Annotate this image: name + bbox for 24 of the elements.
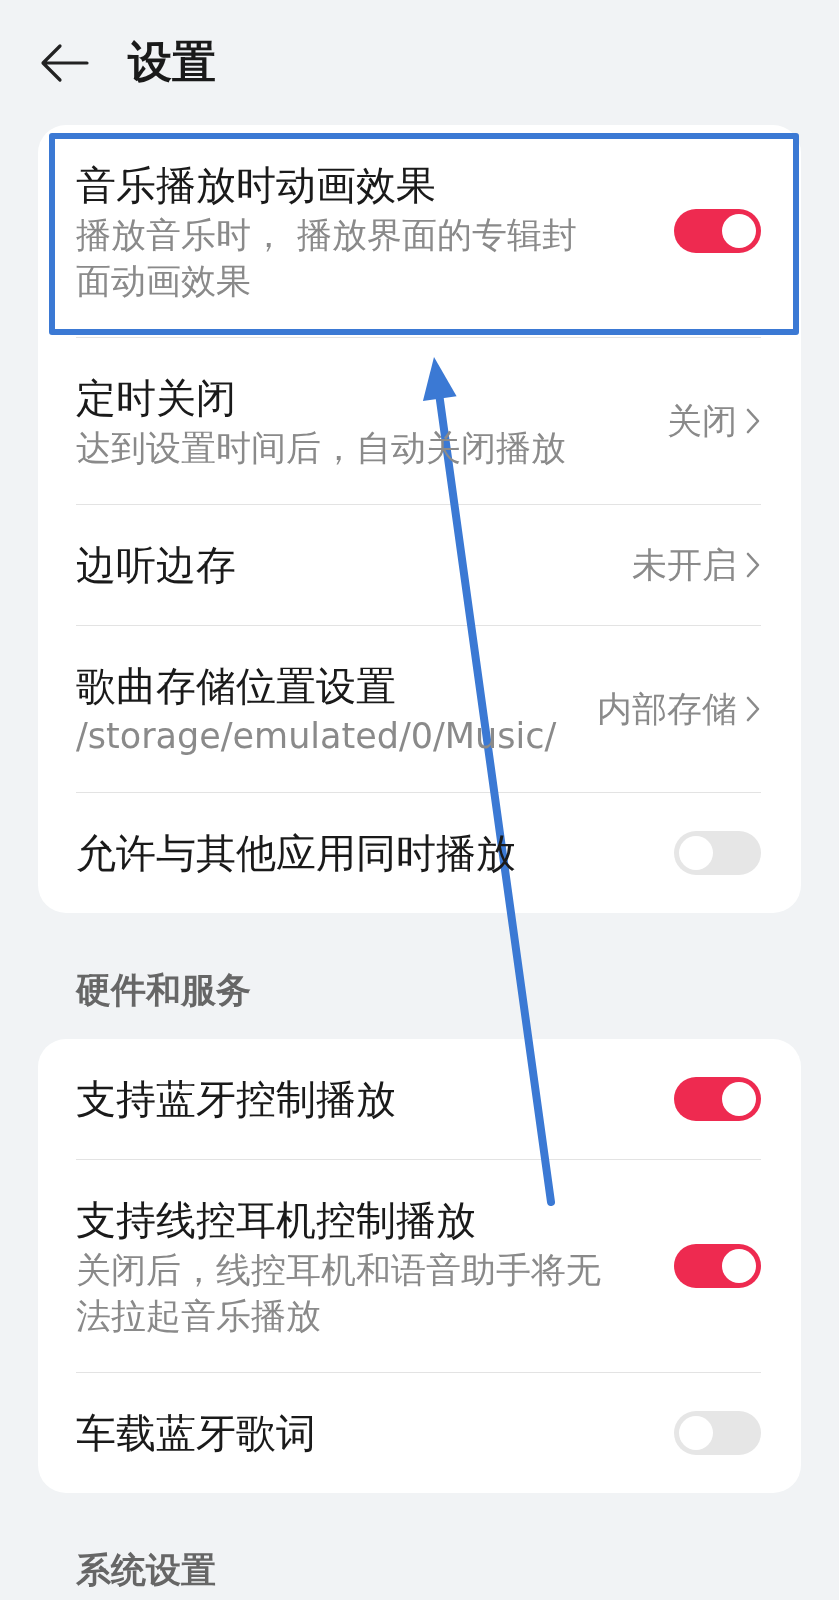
setting-value[interactable]: 关闭 (667, 397, 761, 445)
setting-title: 车载蓝牙歌词 (76, 1409, 317, 1458)
chevron-right-icon (745, 407, 761, 435)
toggle-switch[interactable] (674, 831, 761, 875)
setting-title: 边听边存 (76, 541, 237, 590)
setting-description: 关闭后，线控耳机和语音助手将无法拉起音乐播放 (76, 1249, 601, 1338)
section-title: 硬件和服务 (74, 969, 252, 1012)
toggle-switch[interactable] (674, 209, 761, 253)
setting-value[interactable]: 内部存储 (597, 685, 761, 733)
section-title: 系统设置 (75, 1549, 217, 1592)
setting-title: 支持线控耳机控制播放 (76, 1196, 477, 1245)
chevron-right-icon (745, 695, 761, 723)
setting-value[interactable]: 未开启 (632, 541, 761, 589)
toggle-switch[interactable] (674, 1411, 761, 1455)
setting-title: 定时关闭 (76, 374, 237, 423)
back-arrow-icon[interactable] (40, 42, 90, 83)
toggle-switch[interactable] (674, 1077, 761, 1121)
setting-description: 播放音乐时， 播放界面的专辑封面动画效果 (76, 214, 579, 303)
setting-title: 音乐播放时动画效果 (76, 161, 437, 210)
chevron-right-icon (745, 551, 761, 579)
toggle-switch[interactable] (674, 1244, 761, 1288)
page-title: 设置 (128, 35, 216, 89)
setting-title: 歌曲存储位置设置 (76, 662, 397, 711)
setting-title: 支持蓝牙控制播放 (76, 1075, 397, 1124)
